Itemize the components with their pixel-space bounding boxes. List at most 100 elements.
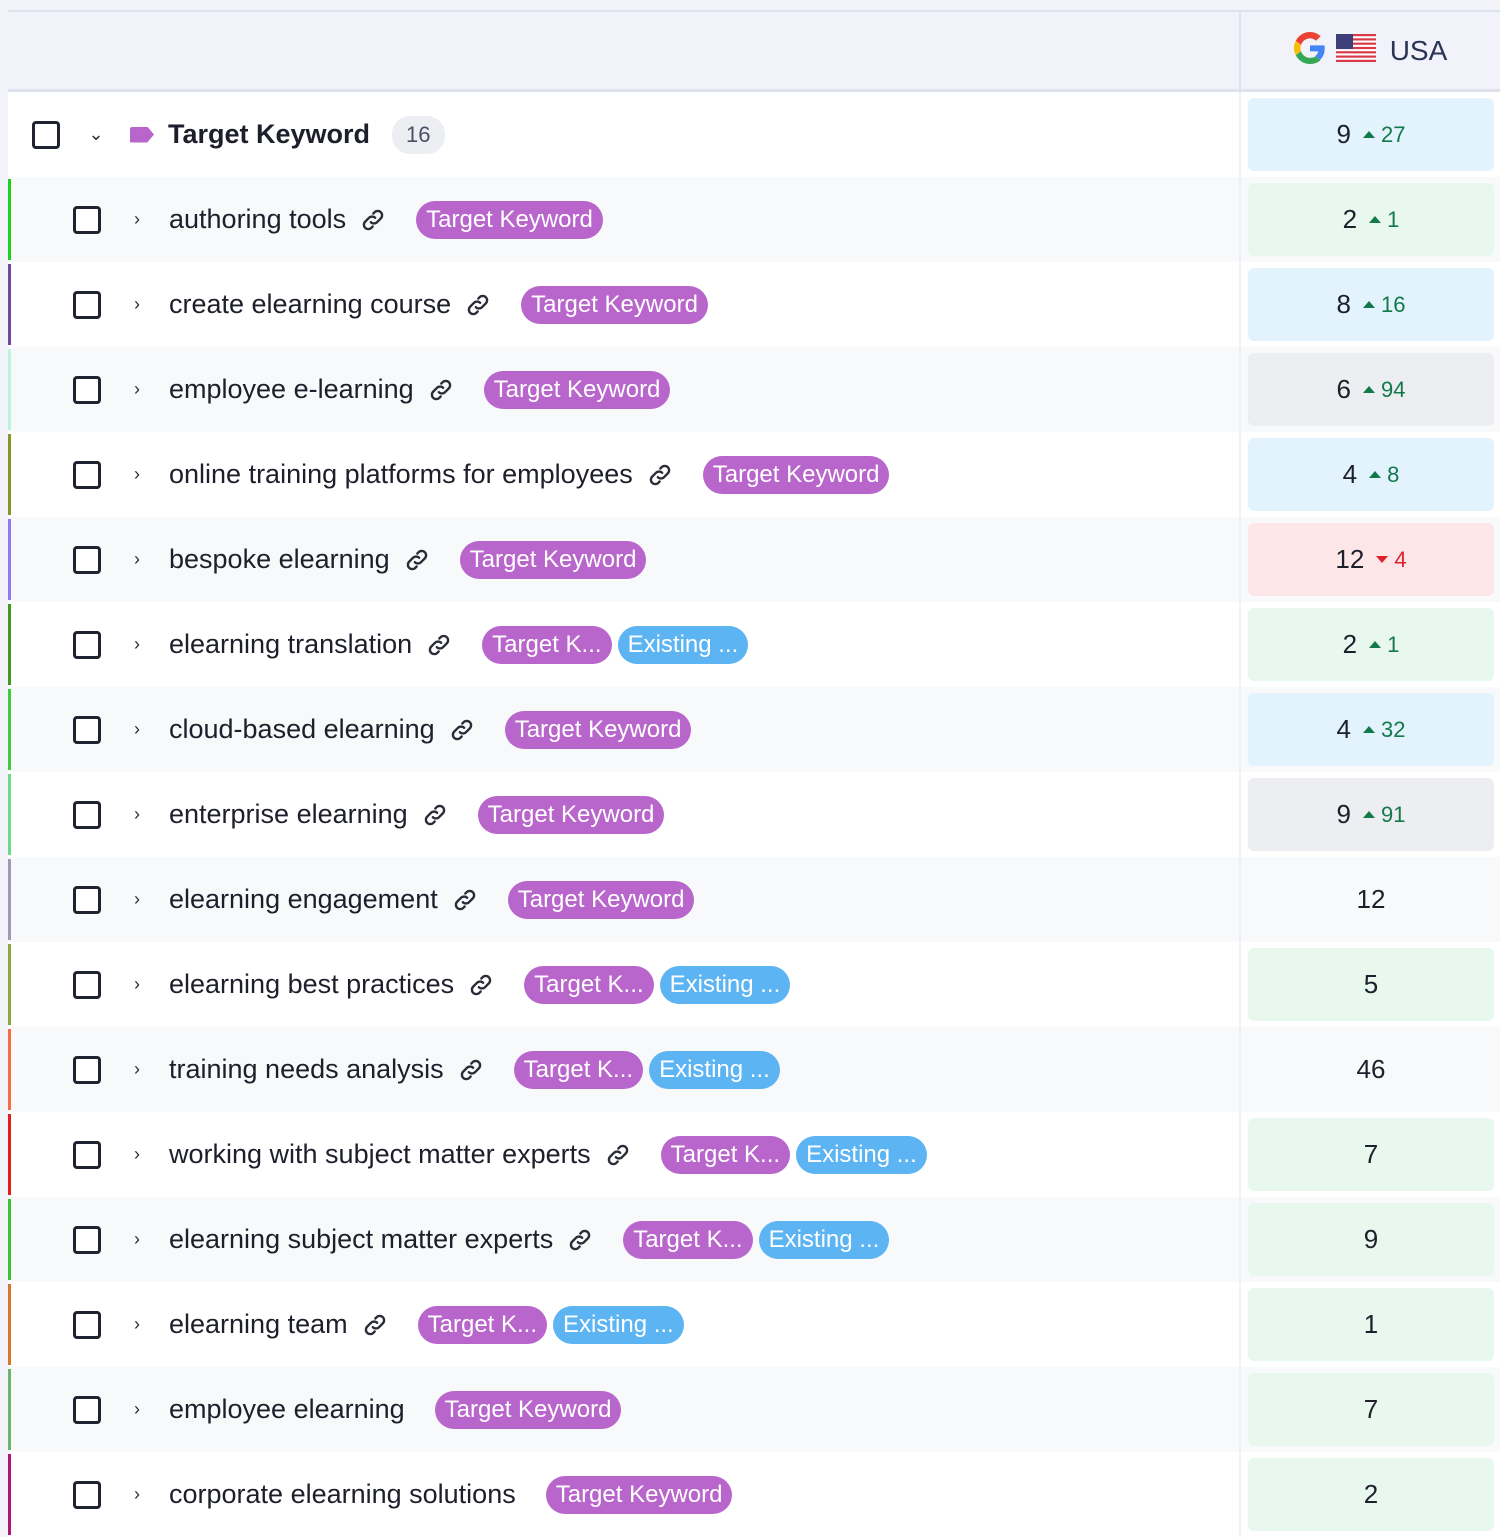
- row-checkbox[interactable]: [73, 1140, 101, 1169]
- table-row[interactable]: › authoring tools Target Keyword 2 1: [8, 177, 1500, 262]
- table-row[interactable]: › training needs analysis Target K... Exi…: [8, 1027, 1500, 1112]
- target-keyword-tag[interactable]: Target Keyword: [459, 540, 647, 579]
- target-keyword-tag[interactable]: Target Keyword: [434, 1390, 622, 1429]
- keyword-column-header[interactable]: [8, 12, 1241, 89]
- target-keyword-tag[interactable]: Target Keyword: [521, 285, 708, 324]
- row-checkbox[interactable]: [73, 1480, 101, 1509]
- row-checkbox[interactable]: [73, 970, 101, 999]
- table-row[interactable]: › elearning best practices Target K... Ex…: [8, 942, 1500, 1027]
- table-row[interactable]: › elearning subject matter experts Targe…: [8, 1197, 1500, 1282]
- link-icon[interactable]: [452, 887, 478, 913]
- target-keyword-tag[interactable]: Target Keyword: [416, 200, 603, 239]
- position-cell: 1: [1248, 1288, 1494, 1361]
- arrow-up-icon: [1362, 386, 1375, 393]
- table-row[interactable]: › elearning translation Target K... Exist…: [8, 602, 1500, 687]
- chevron-right-icon[interactable]: ›: [127, 1314, 147, 1335]
- table-row[interactable]: › enterprise elearning Target Keyword 9 …: [8, 772, 1500, 857]
- existing-tag[interactable]: Existing ...: [796, 1135, 927, 1174]
- row-checkbox[interactable]: [73, 1395, 101, 1424]
- link-icon[interactable]: [404, 547, 430, 573]
- row-checkbox[interactable]: [73, 715, 101, 744]
- table-row[interactable]: › online training platforms for employee…: [8, 432, 1500, 517]
- color-stripe: [8, 689, 11, 770]
- link-icon[interactable]: [426, 632, 452, 658]
- chevron-right-icon[interactable]: ›: [127, 974, 147, 995]
- position-change: 91: [1362, 802, 1405, 828]
- row-checkbox[interactable]: [73, 205, 101, 234]
- table-row[interactable]: › corporate elearning solutions Target K…: [8, 1452, 1500, 1537]
- target-keyword-tag[interactable]: Target K...: [660, 1135, 791, 1174]
- link-icon[interactable]: [567, 1227, 593, 1253]
- target-keyword-tag[interactable]: Target Keyword: [477, 795, 665, 834]
- link-icon[interactable]: [468, 972, 494, 998]
- row-checkbox[interactable]: [73, 1310, 101, 1339]
- link-icon[interactable]: [458, 1057, 484, 1083]
- change-value: 8: [1387, 461, 1400, 487]
- position-cell: 9 91: [1248, 778, 1494, 851]
- group-row[interactable]: ⌄ Target Keyword 16 9 27: [8, 92, 1500, 177]
- table-row[interactable]: › elearning team Target K... Existing ...…: [8, 1282, 1500, 1367]
- existing-tag[interactable]: Existing ...: [617, 625, 749, 664]
- chevron-right-icon[interactable]: ›: [127, 294, 147, 315]
- existing-tag[interactable]: Existing ...: [649, 1050, 780, 1089]
- existing-tag[interactable]: Existing ...: [758, 1220, 890, 1259]
- target-keyword-tag[interactable]: Target Keyword: [504, 710, 692, 749]
- target-keyword-tag[interactable]: Target K...: [623, 1220, 753, 1259]
- link-icon[interactable]: [360, 207, 386, 233]
- group-checkbox[interactable]: [32, 120, 60, 149]
- existing-tag[interactable]: Existing ...: [659, 965, 791, 1004]
- target-keyword-tag[interactable]: Target K...: [524, 965, 654, 1004]
- row-checkbox[interactable]: [73, 545, 101, 574]
- position-change: 8: [1369, 462, 1399, 488]
- chevron-right-icon[interactable]: ›: [127, 889, 147, 910]
- link-icon[interactable]: [449, 717, 475, 743]
- row-checkbox[interactable]: [73, 1225, 101, 1254]
- link-icon[interactable]: [422, 802, 448, 828]
- table-row[interactable]: › employee elearning Target Keyword 7: [8, 1367, 1500, 1452]
- target-keyword-tag[interactable]: Target Keyword: [702, 455, 890, 494]
- chevron-right-icon[interactable]: ›: [127, 1484, 147, 1505]
- row-checkbox[interactable]: [73, 800, 101, 829]
- color-stripe: [8, 604, 11, 685]
- row-checkbox[interactable]: [73, 290, 101, 319]
- target-keyword-tag[interactable]: Target K...: [513, 1050, 644, 1089]
- tag-icon: [130, 126, 154, 143]
- row-checkbox[interactable]: [73, 1055, 101, 1084]
- chevron-right-icon[interactable]: ›: [127, 209, 147, 230]
- chevron-right-icon[interactable]: ›: [127, 1229, 147, 1250]
- table-row[interactable]: › employee e-learning Target Keyword 6 9…: [8, 347, 1500, 432]
- target-keyword-tag[interactable]: Target Keyword: [483, 370, 671, 409]
- link-icon[interactable]: [647, 462, 673, 488]
- chevron-right-icon[interactable]: ›: [127, 719, 147, 740]
- link-icon[interactable]: [605, 1142, 631, 1168]
- target-keyword-tag[interactable]: Target K...: [482, 625, 612, 664]
- chevron-right-icon[interactable]: ›: [127, 1399, 147, 1420]
- existing-tag[interactable]: Existing ...: [553, 1305, 684, 1344]
- table-row[interactable]: › bespoke elearning Target Keyword 12 4: [8, 517, 1500, 602]
- tag-list: Target Keyword: [434, 1390, 622, 1429]
- table-row[interactable]: › cloud-based elearning Target Keyword 4…: [8, 687, 1500, 772]
- chevron-right-icon[interactable]: ›: [127, 549, 147, 570]
- table-row[interactable]: › elearning engagement Target Keyword 12: [8, 857, 1500, 942]
- chevron-right-icon[interactable]: ›: [127, 1144, 147, 1165]
- row-checkbox[interactable]: [73, 375, 101, 404]
- region-column-header[interactable]: USA: [1241, 12, 1500, 89]
- chevron-right-icon[interactable]: ›: [127, 464, 147, 485]
- target-keyword-tag[interactable]: Target Keyword: [507, 880, 695, 919]
- row-checkbox[interactable]: [73, 460, 101, 489]
- target-keyword-tag[interactable]: Target Keyword: [545, 1475, 733, 1514]
- table-row[interactable]: › create elearning course Target Keyword…: [8, 262, 1500, 347]
- link-icon[interactable]: [465, 292, 491, 318]
- position-value: 2: [1342, 204, 1358, 234]
- chevron-right-icon[interactable]: ›: [127, 804, 147, 825]
- chevron-down-icon[interactable]: ⌄: [86, 124, 106, 145]
- chevron-right-icon[interactable]: ›: [127, 634, 147, 655]
- row-checkbox[interactable]: [73, 885, 101, 914]
- link-icon[interactable]: [428, 377, 454, 403]
- target-keyword-tag[interactable]: Target K...: [417, 1305, 548, 1344]
- row-checkbox[interactable]: [73, 630, 101, 659]
- chevron-right-icon[interactable]: ›: [127, 1059, 147, 1080]
- chevron-right-icon[interactable]: ›: [127, 379, 147, 400]
- table-row[interactable]: › working with subject matter experts Ta…: [8, 1112, 1500, 1197]
- link-icon[interactable]: [362, 1312, 388, 1338]
